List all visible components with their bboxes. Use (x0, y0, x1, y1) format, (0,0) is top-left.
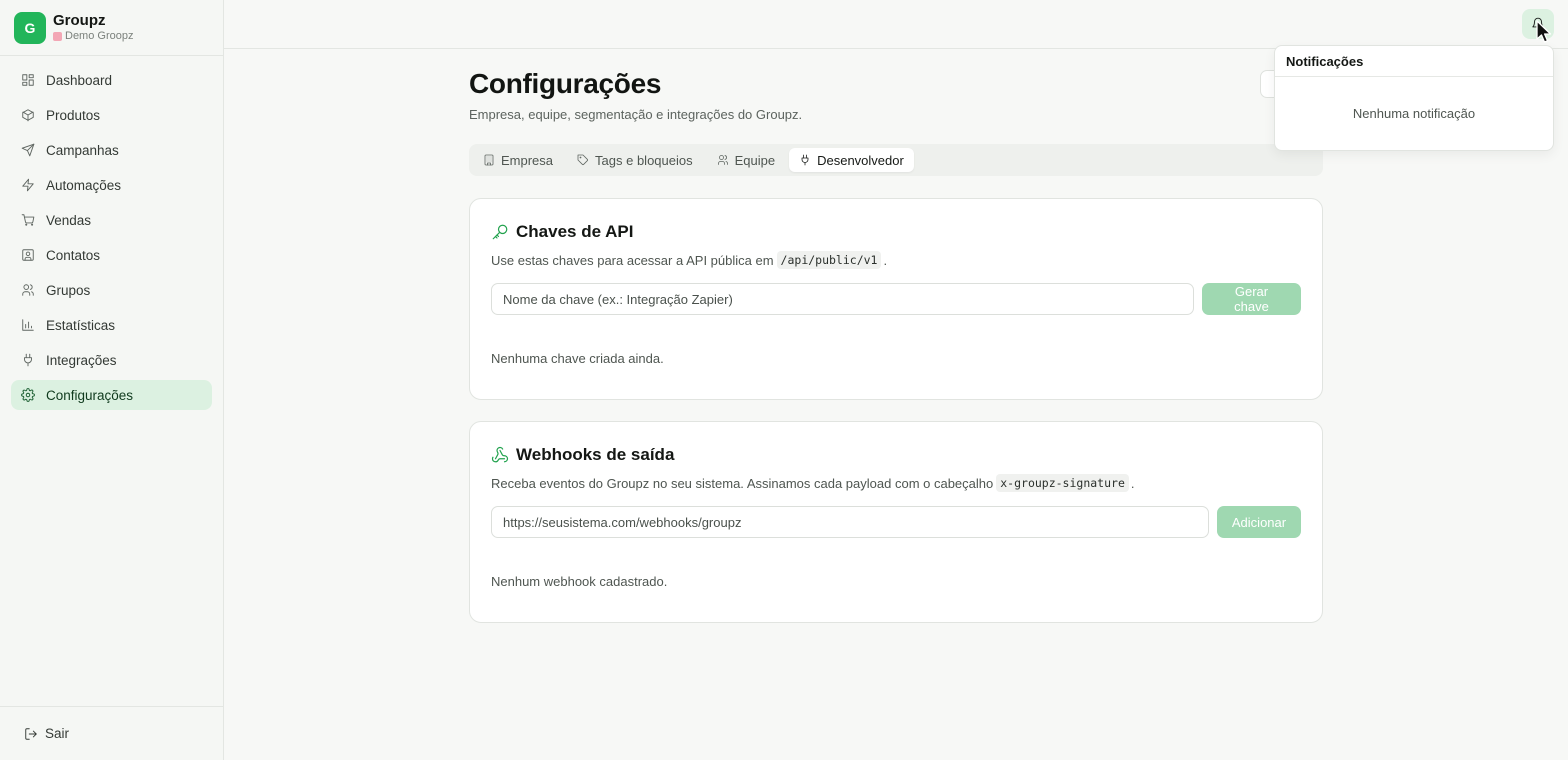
bar-chart-icon (22, 319, 34, 331)
tab-desenvolvedor[interactable]: Desenvolvedor (789, 148, 914, 172)
sidebar-item-integracoes[interactable]: Integrações (11, 345, 212, 375)
webhook-url-input[interactable] (491, 506, 1209, 538)
signature-header-code: x-groupz-signature (996, 474, 1129, 492)
plug-icon (24, 353, 32, 367)
tab-tags[interactable]: Tags e bloqueios (567, 148, 703, 172)
tag-icon (577, 154, 589, 165)
sidebar-item-label: Vendas (46, 212, 92, 228)
main-content: Configurações Empresa, equipe, segmentaç… (469, 66, 1323, 623)
sidebar-item-vendas[interactable]: Vendas (11, 205, 212, 235)
notifications-empty-state: Nenhuma notificação (1352, 106, 1476, 121)
add-webhook-button[interactable]: Adicionar (1217, 506, 1301, 538)
sidebar-item-label: Produtos (46, 107, 101, 123)
api-keys-title: Chaves de API (491, 220, 1301, 244)
workspace-name: Demo Groopz (53, 29, 133, 43)
api-key-form: Gerar chave (491, 283, 1301, 315)
page-subtitle: Empresa, equipe, segmentação e integraçõ… (469, 107, 803, 122)
webhooks-desc-text: Receba eventos do Groupz no seu sistema.… (491, 475, 994, 491)
webhooks-desc-end: . (1130, 475, 1135, 491)
brand-name: Groupz (53, 12, 106, 29)
gear-icon (21, 388, 35, 402)
logout-label: Sair (45, 726, 70, 741)
webhooks-description: Receba eventos do Groupz no seu sistema.… (491, 473, 1301, 493)
webhooks-title-text: Webhooks de saída (516, 445, 675, 464)
webhooks-empty-state: Nenhum webhook cadastrado. (491, 574, 668, 589)
api-keys-description: Use estas chaves para acessar a API públ… (491, 250, 1301, 270)
api-keys-empty-state: Nenhuma chave criada ainda. (491, 351, 664, 366)
sidebar-item-contatos[interactable]: Contatos (11, 240, 212, 270)
key-icon (492, 224, 508, 240)
sidebar: G Groupz Demo Groopz Dashboard Produtos … (0, 0, 224, 760)
brand-logo: G (14, 11, 46, 44)
contact-icon (22, 249, 34, 261)
tab-label: Equipe (734, 152, 776, 168)
users-icon (717, 155, 728, 165)
tab-label: Empresa (501, 152, 554, 168)
webhook-icon (491, 446, 509, 463)
api-path-code: /api/public/v1 (776, 251, 882, 269)
api-keys-card: Chaves de API Use estas chaves para aces… (469, 198, 1323, 400)
generate-key-button[interactable]: Gerar chave (1202, 283, 1301, 315)
tab-label: Tags e bloqueios (595, 152, 693, 168)
dashboard-icon (22, 74, 34, 86)
tab-label: Desenvolvedor (817, 152, 904, 168)
sidebar-item-produtos[interactable]: Produtos (11, 100, 212, 130)
sidebar-item-estatisticas[interactable]: Estatísticas (11, 310, 212, 340)
plug-icon (801, 154, 809, 166)
page-title: Configurações (469, 68, 662, 99)
sidebar-nav: Dashboard Produtos Campanhas Automações … (0, 56, 223, 410)
sidebar-item-label: Campanhas (46, 142, 119, 158)
sidebar-item-label: Grupos (46, 282, 91, 298)
sidebar-item-label: Configurações (46, 387, 134, 403)
package-icon (22, 109, 34, 122)
webhooks-title: Webhooks de saída (491, 443, 1301, 467)
send-icon (21, 143, 35, 157)
settings-tabs: Empresa Tags e bloqueios Equipe Desenvol… (469, 144, 1323, 176)
api-key-name-input[interactable] (491, 283, 1194, 315)
api-keys-desc-end: . (883, 252, 888, 268)
sidebar-item-automacoes[interactable]: Automações (11, 170, 212, 200)
tab-equipe[interactable]: Equipe (707, 148, 785, 172)
notifications-dropdown: Notificações Nenhuma notificação (1274, 45, 1554, 151)
sidebar-item-label: Automações (46, 177, 122, 193)
api-keys-desc-text: Use estas chaves para acessar a API públ… (491, 252, 774, 268)
logout-button[interactable]: Sair (0, 706, 223, 760)
logout-icon (25, 727, 37, 740)
building-icon (484, 154, 494, 166)
sidebar-item-label: Integrações (46, 352, 117, 368)
users-icon (22, 284, 34, 296)
webhook-form: Adicionar (491, 506, 1301, 538)
workspace-icon (53, 31, 62, 41)
topbar (224, 0, 1568, 49)
cart-icon (21, 214, 35, 226)
api-keys-title-text: Chaves de API (516, 222, 634, 241)
sidebar-item-dashboard[interactable]: Dashboard (11, 65, 212, 95)
notifications-title: Notificações (1275, 46, 1553, 77)
sidebar-item-label: Contatos (46, 247, 101, 263)
sidebar-item-grupos[interactable]: Grupos (11, 275, 212, 305)
sidebar-item-configuracoes[interactable]: Configurações (11, 380, 212, 410)
brand[interactable]: G Groupz Demo Groopz (0, 0, 223, 56)
sidebar-item-campanhas[interactable]: Campanhas (11, 135, 212, 165)
sidebar-item-label: Dashboard (46, 72, 113, 88)
brand-text: Groupz Demo Groopz (53, 12, 133, 43)
workspace-label: Demo Groopz (65, 30, 134, 42)
sidebar-item-label: Estatísticas (46, 317, 116, 333)
mouse-cursor-icon (1536, 20, 1552, 43)
tab-empresa[interactable]: Empresa (473, 148, 563, 172)
webhooks-card: Webhooks de saída Receba eventos do Grou… (469, 421, 1323, 623)
zap-icon (22, 178, 34, 192)
